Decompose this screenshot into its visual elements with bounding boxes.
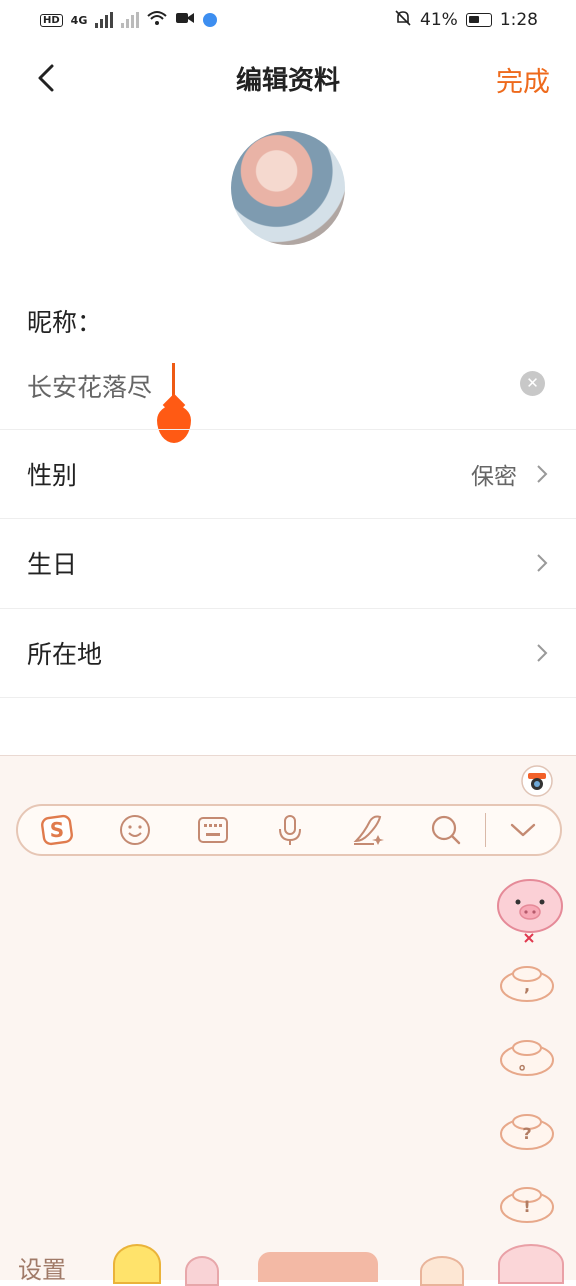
key-label: ?	[522, 1124, 532, 1143]
comma-key[interactable]: ,	[499, 962, 555, 1002]
svg-text:S: S	[50, 818, 64, 842]
nickname-input[interactable]	[27, 360, 497, 412]
exclamation-key[interactable]: !	[499, 1183, 555, 1223]
page-title: 编辑资料	[235, 65, 340, 96]
collapse-keyboard-icon[interactable]	[486, 804, 560, 856]
row-label: 所在地	[27, 640, 103, 669]
chick-sticker-icon[interactable]	[113, 1244, 161, 1284]
microphone-icon[interactable]	[251, 804, 329, 856]
row-location[interactable]: 所在地	[0, 608, 576, 697]
search-icon[interactable]	[407, 804, 485, 856]
divider	[0, 697, 576, 698]
keyboard-toolbar: S	[16, 804, 562, 856]
battery-icon	[465, 13, 492, 27]
keyboard-panel: S , 。 ? ! 设置	[0, 755, 576, 1286]
chevron-right-icon	[537, 554, 548, 572]
status-right: 41% 1:28	[394, 9, 538, 32]
network-type-label: 4G	[70, 13, 88, 27]
bun-sticker-icon[interactable]	[420, 1256, 464, 1286]
key-label: !	[523, 1197, 531, 1216]
keyboard-icon[interactable]	[174, 804, 252, 856]
row-birthday[interactable]: 生日	[0, 518, 576, 607]
status-left: HD 4G	[40, 10, 218, 31]
pig-mascot-icon[interactable]	[495, 874, 565, 944]
battery-percent: 41%	[420, 10, 458, 30]
header: 编辑资料 完成	[0, 40, 576, 116]
key-label: 。	[518, 1054, 535, 1073]
chevron-right-icon	[537, 465, 548, 483]
hd-icon: HD	[40, 13, 63, 27]
keyboard-bottom-row: 设置	[0, 1244, 576, 1286]
row-value: 保密	[471, 464, 517, 490]
back-button[interactable]	[26, 58, 66, 98]
nickname-label: 昵称：	[27, 308, 103, 337]
done-button[interactable]: 完成	[496, 60, 550, 99]
app-dot-icon	[203, 13, 218, 27]
clear-input-button[interactable]: ✕	[520, 371, 545, 396]
row-gender[interactable]: 性别 保密	[0, 429, 576, 518]
signal-icon	[95, 12, 114, 28]
period-key[interactable]: 。	[499, 1036, 555, 1076]
clock: 1:28	[499, 10, 538, 30]
mute-bell-icon	[394, 9, 412, 32]
video-icon	[175, 10, 195, 30]
camera-icon[interactable]	[520, 764, 554, 798]
chevron-right-icon	[537, 644, 548, 662]
wifi-icon	[147, 10, 168, 31]
pig-face-sticker-icon[interactable]	[498, 1244, 564, 1284]
status-bar: HD 4G 41% 1:28	[0, 0, 576, 40]
row-label: 生日	[27, 550, 78, 579]
row-label: 性别	[27, 461, 78, 490]
avatar[interactable]	[231, 131, 345, 245]
key-label: ,	[523, 976, 531, 995]
sogou-logo-icon[interactable]: S	[18, 804, 96, 856]
emoji-icon[interactable]	[96, 804, 174, 856]
question-key[interactable]: ?	[499, 1110, 555, 1150]
sticker-banner-icon[interactable]	[258, 1252, 378, 1282]
signal-off-icon	[121, 12, 140, 28]
pig-sticker-icon[interactable]	[185, 1256, 219, 1286]
handwriting-icon[interactable]	[329, 804, 407, 856]
chevron-left-icon	[38, 64, 54, 92]
